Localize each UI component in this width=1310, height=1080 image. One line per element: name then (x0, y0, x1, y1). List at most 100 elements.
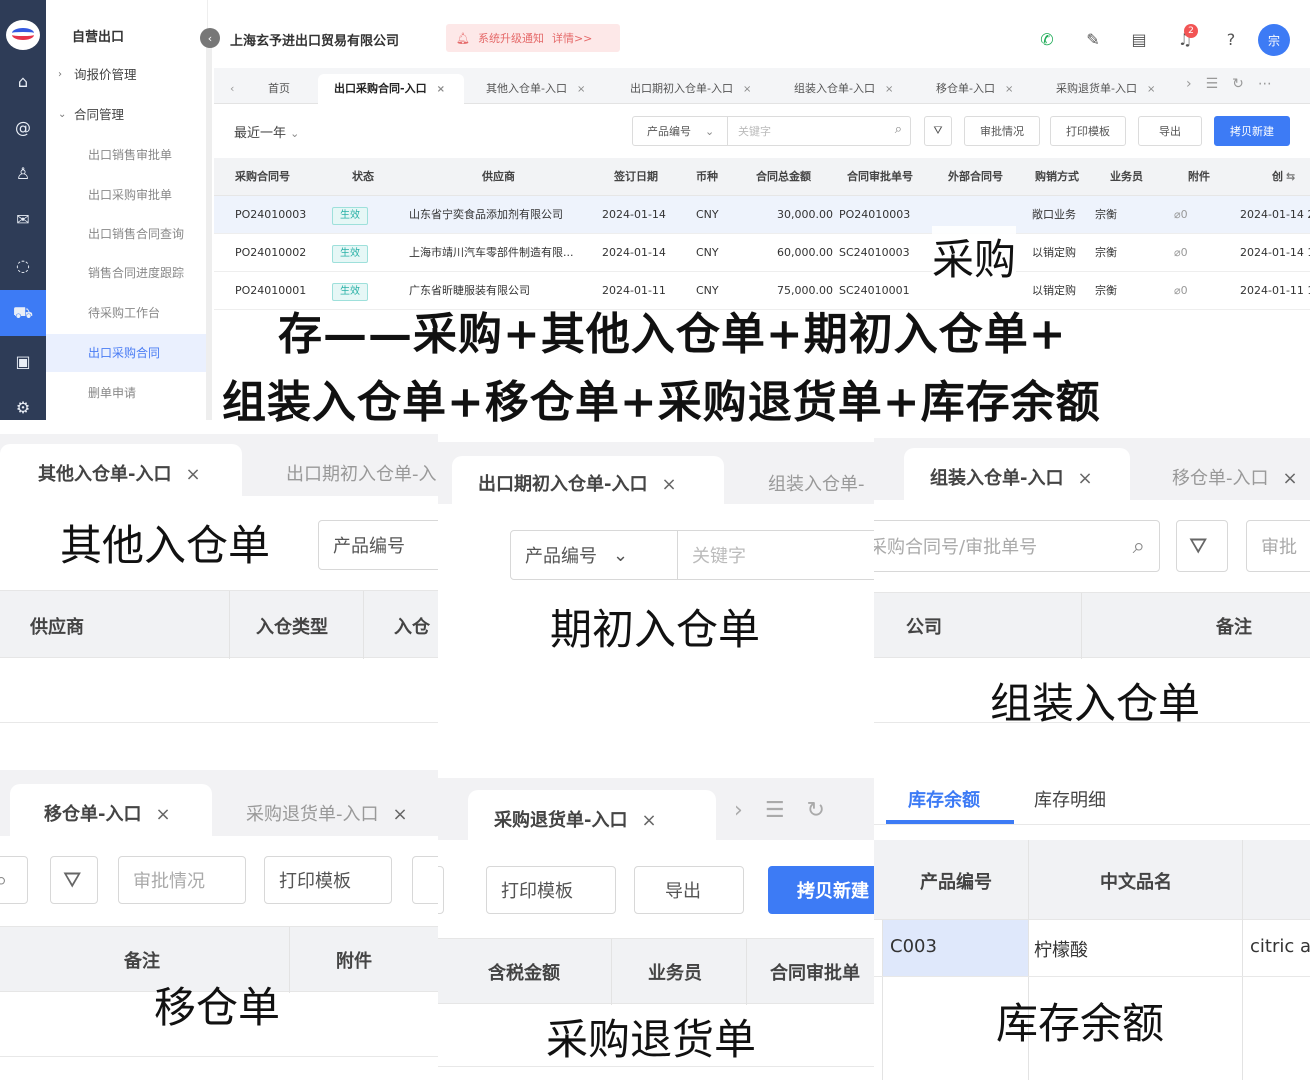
col-approval-no[interactable]: 合同审批单号 (847, 158, 913, 196)
col-attachment[interactable]: 附件 (336, 947, 372, 973)
close-icon[interactable]: × (1283, 468, 1298, 489)
col-staff[interactable]: 业务员 (648, 959, 702, 985)
print-template-button[interactable]: 打印模板 (486, 866, 616, 914)
col-currency[interactable]: 币种 (696, 158, 718, 196)
tab-assembly-in[interactable]: 组装入仓单- (768, 470, 865, 496)
col-purchase-no[interactable]: 采购合同号 (235, 158, 290, 196)
col-mode[interactable]: 购销方式 (1035, 158, 1079, 196)
search-icon[interactable]: ⌕ (0, 856, 28, 904)
tab-other-in[interactable]: 其他入仓单-入口 × (486, 74, 585, 104)
col-supplier[interactable]: 供应商 (30, 613, 84, 639)
col-created[interactable]: 创 (1272, 158, 1283, 196)
menu-item-delete-request[interactable]: 删单申请 (46, 374, 208, 412)
keyword-input[interactable]: 关键字 (677, 530, 874, 580)
tab-purchase-contract[interactable]: 出口采购合同-入口 × (318, 74, 464, 104)
col-approval-no[interactable]: 合同审批单 (770, 959, 860, 985)
approval-status-button[interactable]: 审批情况 (964, 116, 1040, 146)
approval-status-button[interactable]: 审批情况 (118, 856, 246, 904)
search-icon[interactable]: ⌕ (1133, 534, 1145, 559)
tab-other-in[interactable]: 其他入仓单-入口 × (38, 460, 201, 486)
help-icon[interactable]: ? (1208, 24, 1254, 54)
tab-inventory-detail[interactable]: 库存明细 (1034, 786, 1106, 812)
keyword-input[interactable]: 关键字 ⌕ (727, 116, 911, 146)
notification-bell-icon[interactable]: ♫ 2 (1162, 24, 1208, 54)
col-in-type[interactable]: 入仓类型 (256, 613, 328, 639)
close-icon[interactable]: × (641, 810, 656, 831)
tab-next-icon[interactable]: › (734, 798, 765, 823)
tab-assembly-in[interactable]: 组装入仓单-入口 × (930, 464, 1093, 490)
search-icon[interactable]: ⌕ (895, 122, 902, 137)
system-notice[interactable]: 🔔︎ 系统升级通知 详情>> (446, 24, 620, 52)
col-supplier[interactable]: 供应商 (482, 158, 515, 196)
attachment-icon[interactable]: ⌀ (1174, 208, 1181, 221)
tab-transfer[interactable]: 移仓单-入口 × (1172, 464, 1298, 490)
chat-icon[interactable]: ◌ (0, 242, 46, 288)
product-select[interactable]: 产品编号 ⌄ (510, 530, 678, 580)
tab-inventory-balance[interactable]: 库存余额 (908, 786, 980, 812)
settings-icon[interactable]: ⚙ (0, 384, 46, 420)
menu-item-purchase-workbench[interactable]: 待采购工作台 (46, 294, 208, 332)
close-icon[interactable]: × (1005, 84, 1013, 95)
refresh-icon[interactable]: ↻ (1232, 76, 1258, 92)
bus-icon[interactable]: ▣ (0, 338, 46, 384)
close-icon[interactable]: × (1077, 468, 1092, 489)
print-template-button[interactable]: 打印模板 (264, 856, 392, 904)
menu-item-sales-tracking[interactable]: 销售合同进度跟踪 (46, 254, 208, 292)
close-icon[interactable]: × (1147, 84, 1155, 95)
table-row[interactable]: PO24010002 生效 上海市靖川汽车零部件制造有限... 2024-01-… (214, 234, 1310, 272)
export-trade-icon[interactable]: ⛟ (0, 290, 46, 336)
col-remark[interactable]: 备注 (1216, 613, 1252, 639)
close-icon[interactable]: × (577, 84, 585, 95)
more-icon[interactable]: ⋯ (1258, 76, 1286, 92)
tab-opening-in[interactable]: 出口期初入仓单-入口 × (630, 74, 751, 104)
mail-icon[interactable]: ✉ (0, 196, 46, 242)
close-icon[interactable]: × (185, 464, 200, 485)
menu-icon[interactable]: ☰ (765, 798, 807, 823)
tab-assembly-in[interactable]: 组装入仓单-入口 × (794, 74, 893, 104)
col-staff[interactable]: 业务员 (1110, 158, 1143, 196)
col-remark[interactable]: 备注 (124, 947, 160, 973)
column-settings-icon[interactable]: ⇆ (1286, 158, 1295, 196)
user-icon[interactable]: ♙ (0, 150, 46, 196)
product-select[interactable]: 产品编号 (318, 520, 438, 570)
product-select[interactable]: 产品编号 ⌄ (632, 116, 728, 146)
search-input[interactable]: 采购合同号/审批单号 ⌕ (874, 520, 1160, 572)
tab-opening-in[interactable]: 出口期初入仓单-入口 × (478, 470, 677, 496)
col-tax-amount[interactable]: 含税金额 (488, 959, 560, 985)
col-status[interactable]: 状态 (352, 158, 374, 196)
refresh-icon[interactable]: ↻ (807, 798, 847, 823)
col-attachment[interactable]: 附件 (1188, 158, 1210, 196)
whatsapp-icon[interactable]: ✆ (1024, 24, 1070, 54)
col-product-code[interactable]: 产品编号 (920, 868, 992, 894)
menu-item-contract[interactable]: ⌄ 合同管理 (46, 96, 208, 134)
table-row[interactable]: PO24010003 生效 山东省宁奕食品添加剂有限公司 2024-01-14 … (214, 196, 1310, 234)
col-chinese-name[interactable]: 中文品名 (1100, 868, 1172, 894)
col-in[interactable]: 入仓 (394, 613, 430, 639)
tab-opening-in[interactable]: 出口期初入仓单-入 (286, 460, 437, 486)
menu-item-purchase-contract[interactable]: 出口采购合同 (46, 334, 208, 372)
close-icon[interactable]: × (743, 84, 751, 95)
tab-transfer[interactable]: 移仓单-入口 × (936, 74, 1013, 104)
export-button[interactable]: 导出 (1138, 116, 1202, 146)
print-template-button[interactable]: 打印模板 (1050, 116, 1126, 146)
menu-item-sales-query[interactable]: 出口销售合同查询 (46, 215, 208, 253)
tab-transfer[interactable]: 移仓单-入口 × (44, 800, 171, 826)
partial-button[interactable] (438, 866, 444, 914)
filter-button[interactable]: ⛛ (1176, 520, 1228, 572)
notice-detail-link[interactable]: 详情>> (552, 30, 592, 46)
tab-purchase-return[interactable]: 采购退货单-入口 × (1056, 74, 1155, 104)
tab-prev-icon[interactable]: ‹ (230, 74, 234, 104)
menu-item-purchase-approval[interactable]: 出口采购审批单 (46, 176, 208, 214)
document-icon[interactable]: ▤ (1116, 24, 1162, 54)
avatar[interactable]: 宗 (1258, 24, 1290, 56)
menu-icon[interactable]: ☰ (1206, 76, 1233, 92)
tab-purchase-return[interactable]: 采购退货单-入口 × (494, 806, 657, 832)
approval-status-button[interactable]: 审批 (1246, 520, 1310, 572)
filter-button[interactable]: ⛛ (924, 116, 952, 146)
home-icon[interactable]: ⌂ (0, 58, 46, 104)
copy-new-button[interactable]: 拷贝新建 (768, 866, 874, 914)
close-icon[interactable]: × (393, 804, 408, 825)
period-select[interactable]: 最近一年 ⌄ (234, 122, 299, 141)
at-icon[interactable]: @ (0, 104, 46, 150)
attachment-icon[interactable]: ⌀ (1174, 284, 1181, 297)
